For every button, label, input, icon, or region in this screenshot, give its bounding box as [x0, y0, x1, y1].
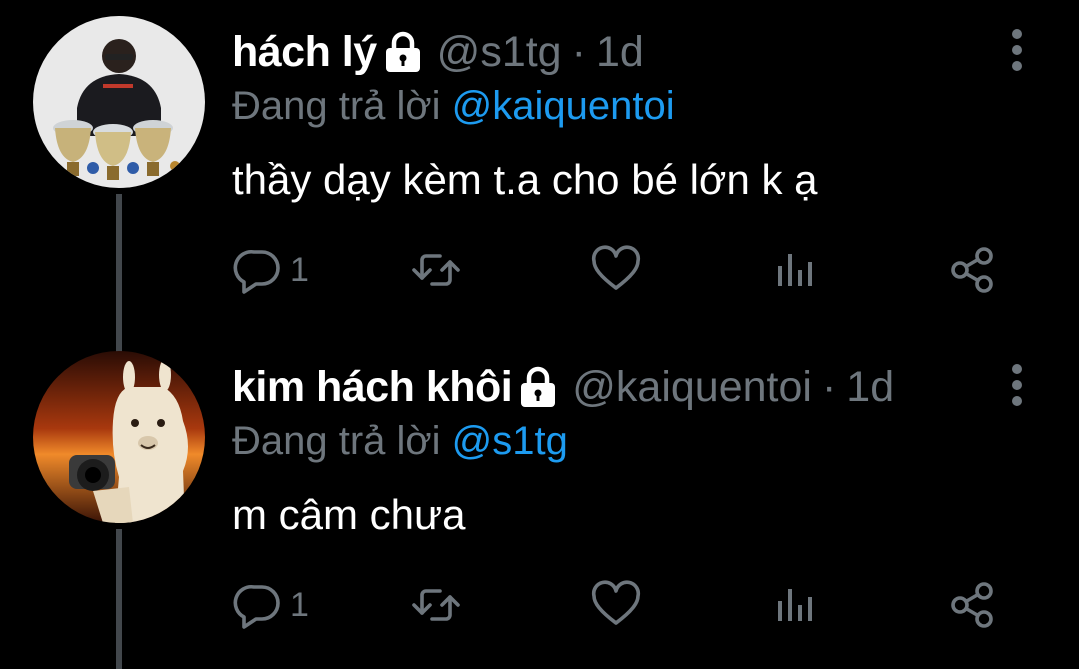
timestamp[interactable]: 1d	[596, 24, 644, 80]
action-bar: 1	[0, 240, 1079, 300]
like-button[interactable]	[590, 240, 642, 300]
replying-to-label: Đang trả lời	[232, 419, 441, 463]
share-icon	[951, 582, 993, 628]
analytics-icon	[778, 589, 812, 621]
retweet-icon	[412, 589, 460, 621]
analytics-button[interactable]	[770, 240, 822, 300]
tweet-text: m câm chưa	[232, 491, 466, 538]
retweet-icon	[412, 254, 460, 286]
reply-count: 1	[290, 585, 309, 624]
timestamp[interactable]: 1d	[846, 359, 894, 415]
display-name[interactable]: hách lý	[232, 24, 377, 80]
avatar-image	[33, 351, 205, 523]
heart-icon	[591, 245, 641, 290]
reply-icon	[233, 249, 280, 294]
reply-count: 1	[290, 250, 309, 289]
replying-to: Đang trả lời @kaiquentoi	[232, 80, 675, 132]
tweet[interactable]: kim hách khôi @kaiquentoi · 1d Đang trả …	[0, 335, 1079, 669]
heart-icon	[591, 580, 641, 625]
retweet-button[interactable]	[410, 575, 462, 635]
tweet[interactable]: hách lý @s1tg · 1d Đang trả lời @kaiquen…	[0, 0, 1079, 354]
retweet-button[interactable]	[410, 240, 462, 300]
reply-button[interactable]: 1	[232, 240, 309, 300]
mention-link[interactable]: @kaiquentoi	[452, 84, 675, 128]
avatar[interactable]	[33, 16, 205, 188]
reply-button[interactable]: 1	[232, 575, 309, 635]
lock-icon	[383, 30, 423, 74]
separator: ·	[571, 28, 586, 76]
tweet-text: thầy dạy kèm t.a cho bé lớn k ạ	[232, 156, 818, 203]
display-name[interactable]: kim hách khôi	[232, 359, 513, 415]
action-bar: 1	[0, 575, 1079, 635]
handle[interactable]: @kaiquentoi	[572, 359, 812, 415]
more-vertical-icon[interactable]	[1010, 363, 1024, 407]
handle[interactable]: @s1tg	[437, 24, 562, 80]
share-button[interactable]	[946, 575, 998, 635]
analytics-icon	[778, 254, 812, 286]
tweet-header: kim hách khôi @kaiquentoi · 1d	[232, 359, 894, 415]
reply-icon	[233, 584, 280, 629]
like-button[interactable]	[590, 575, 642, 635]
tweet-header: hách lý @s1tg · 1d	[232, 24, 644, 80]
separator: ·	[821, 363, 837, 411]
share-icon	[951, 247, 993, 293]
avatar[interactable]	[33, 351, 205, 523]
avatar-image	[33, 16, 205, 188]
analytics-button[interactable]	[770, 575, 822, 635]
share-button[interactable]	[946, 240, 998, 300]
lock-icon	[518, 365, 558, 409]
more-vertical-icon[interactable]	[1010, 28, 1024, 72]
replying-to: Đang trả lời @s1tg	[232, 415, 568, 467]
replying-to-label: Đang trả lời	[232, 84, 441, 128]
mention-link[interactable]: @s1tg	[452, 419, 568, 463]
